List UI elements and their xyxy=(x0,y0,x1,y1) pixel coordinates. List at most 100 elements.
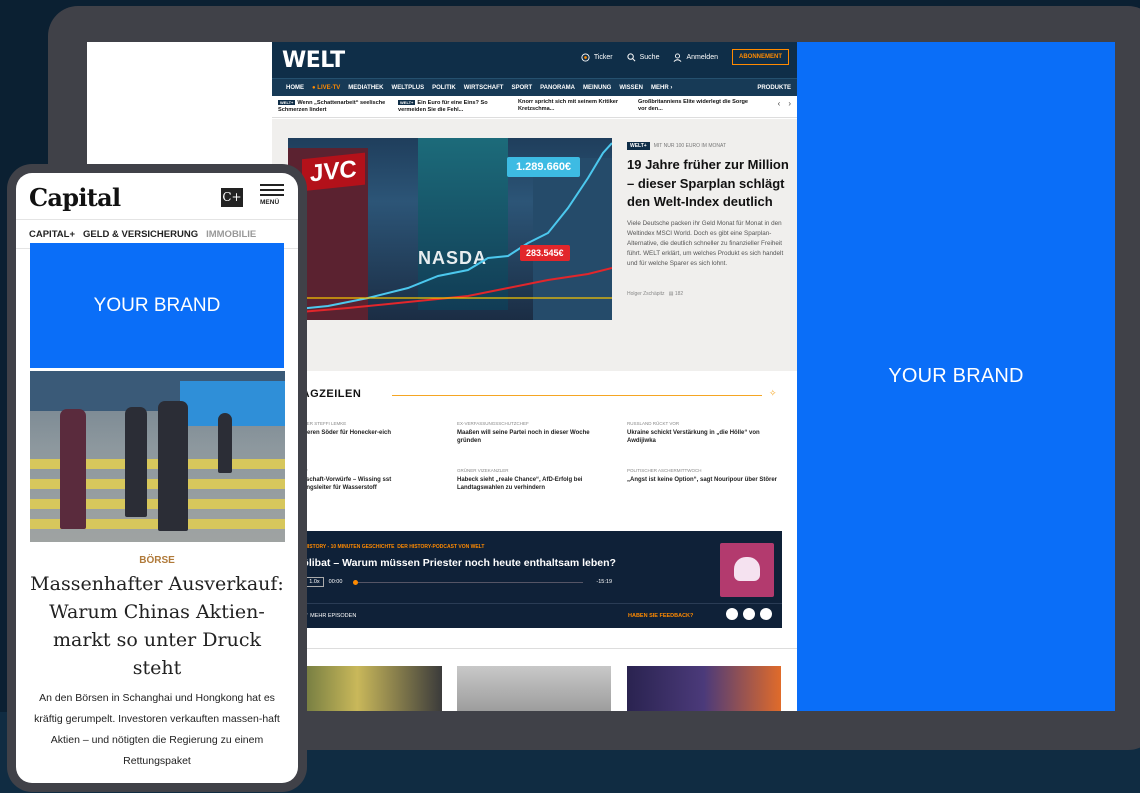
chevron-right-icon[interactable]: › xyxy=(788,99,791,108)
nav-weltplus[interactable]: WELTPLUS xyxy=(392,85,425,91)
abo-button[interactable]: ABONNEMENT xyxy=(732,49,789,65)
schlagzeilen-section: HLAGZEILEN ✧ RUNG ÜBER STEFFI LEMKE e kr… xyxy=(272,371,797,521)
ticker-item[interactable]: Großbritanniens Elite widerlegt die Sorg… xyxy=(638,99,750,113)
ticker-text: Knorr spricht sich mit seinem Kritiker K… xyxy=(518,99,619,112)
phone-screen: Capital C+ MENÜ CAPITAL+ GELD & VERSICHE… xyxy=(16,173,298,783)
podcast-desc: DER HISTORY-PODCAST VON WELT xyxy=(397,544,485,550)
nav-live-tv[interactable]: ● LIVE-TV xyxy=(312,85,340,91)
headline-title: ernwirtschaft-Vorwürfe – Wissing sst Abt… xyxy=(286,477,392,491)
hamburger-icon xyxy=(260,194,284,196)
pedestrian xyxy=(125,407,147,517)
hero-body: Viele Deutsche packen ihr Geld Monat für… xyxy=(627,219,784,268)
nav-panorama[interactable]: PANORAMA xyxy=(540,85,575,91)
ticker-item[interactable]: WELT+ Ein Euro für eine Eins? So vermeide… xyxy=(398,99,510,114)
value-pill-bottom: 283.545€ xyxy=(520,245,570,261)
headline-title: „Angst ist keine Option“, sagt Nouripour… xyxy=(627,477,778,483)
podcast-cover[interactable] xyxy=(720,543,774,597)
pedestrian xyxy=(158,401,188,531)
headline-item[interactable]: RUSSLAND RÜCKT VOR Ukraine schickt Verst… xyxy=(627,421,777,445)
podcast-player: HA! HISTORY - 10 MINUTEN GESCHICHTE DER … xyxy=(290,531,782,628)
nav-politik[interactable]: POLITIK xyxy=(432,85,456,91)
pedestrian xyxy=(218,413,232,473)
ticker-arrows: ‹ › xyxy=(778,99,791,108)
capital-logo[interactable]: Capital xyxy=(29,183,121,212)
hero-image[interactable]: JVC NASDA 1.289.660€ 283.545€ xyxy=(288,138,612,320)
user-icon xyxy=(674,52,682,62)
nav-home[interactable]: HOME xyxy=(286,85,304,91)
time-start: 00:00 xyxy=(328,579,343,585)
welt-header-tools: Ticker Suche Anmelden ABONNEMENT xyxy=(581,49,789,65)
ticker-text: Großbritanniens Elite widerlegt die Sorg… xyxy=(638,99,749,112)
hero-kicker-text: MIT NUR 100 EURO IM MONAT xyxy=(653,143,727,149)
nav-geld-versicherung[interactable]: GELD & VERSICHERUNG xyxy=(83,229,198,240)
search-icon xyxy=(627,52,636,61)
nav-meinung[interactable]: MEINUNG xyxy=(583,85,611,91)
podcast-app-icon[interactable] xyxy=(760,608,772,620)
article-teaser: An den Börsen in Schanghai und Hongkong … xyxy=(34,692,280,767)
time-end: -15:19 xyxy=(596,579,613,585)
ticker-label: Ticker xyxy=(593,53,613,61)
nav-sport[interactable]: SPORT xyxy=(511,85,532,91)
article-image[interactable] xyxy=(30,371,285,542)
ticker-item[interactable]: WELT+ Wenn „Schattenarbeit“ seelische Sch… xyxy=(278,99,390,114)
podcast-series: HA! HISTORY - 10 MINUTEN GESCHICHTE xyxy=(294,544,395,550)
capital-plus-badge[interactable]: C+ xyxy=(221,188,243,207)
speed-button[interactable]: 1.0x xyxy=(305,577,324,587)
headline-kicker: POLITISCHER ASCHERMITTWOCH xyxy=(627,468,702,473)
progress-handle[interactable] xyxy=(353,579,359,585)
nav-immobilien[interactable]: IMMOBILIE xyxy=(206,229,256,240)
news-ticker: WELT+ Wenn „Schattenarbeit“ seelische Sch… xyxy=(272,96,797,118)
welt-website: WELT Ticker Suche Anmelden ABONNEMENT HO… xyxy=(272,42,797,711)
hero-meta: Holger Zschäpitz ▤ 182 xyxy=(627,291,792,297)
hero-text: WELT+ MIT NUR 100 EURO IM MONAT 19 Jahre … xyxy=(627,142,792,297)
login-button[interactable]: Anmelden xyxy=(673,52,718,62)
welt-logo[interactable]: WELT xyxy=(282,48,345,73)
more-episodes-label: MEHR EPISODEN xyxy=(310,613,357,619)
headline-item[interactable]: RUNG ÜBER STEFFI LEMKE e kritisieren Söd… xyxy=(286,421,436,437)
ad-banner-right[interactable]: YOUR BRAND xyxy=(797,42,1115,711)
search-button[interactable]: Suche xyxy=(627,52,659,62)
screen-billboard xyxy=(180,381,285,426)
comment-count[interactable]: 182 xyxy=(675,291,683,297)
nav-mehr[interactable]: MEHR › xyxy=(651,85,672,91)
ticker-button[interactable]: Ticker xyxy=(581,52,613,62)
hero-section: JVC NASDA 1.289.660€ 283.545€ WELT+ MIT N… xyxy=(272,119,797,371)
teaser-image[interactable] xyxy=(627,666,781,711)
weltplus-badge: WELT+ xyxy=(398,100,416,105)
headline-title: e kritisieren Söder für Honecker-eich xyxy=(286,430,392,436)
ad-banner-phone[interactable]: YOUR BRAND xyxy=(30,243,284,368)
nav-capital-plus[interactable]: CAPITAL+ xyxy=(29,229,75,240)
headline-title: Habeck sieht „reale Chance“, AfD-Erfolg … xyxy=(457,477,583,491)
menu-button[interactable]: MENÜ xyxy=(260,184,284,206)
hero-title[interactable]: 19 Jahre früher zur Million – dieser Spa… xyxy=(627,156,792,212)
divider xyxy=(392,395,762,396)
headline-item[interactable]: BONHOFF ernwirtschaft-Vorwürfe – Wissing… xyxy=(286,468,436,492)
hero-author[interactable]: Holger Zschäpitz xyxy=(627,291,665,297)
welt-header: WELT Ticker Suche Anmelden ABONNEMENT xyxy=(272,42,797,78)
progress-bar[interactable] xyxy=(353,579,584,585)
headline-item[interactable]: EX-VERFASSUNGSSCHUTZCHEF Maaßen will sei… xyxy=(457,421,607,445)
nav-wissen[interactable]: WISSEN xyxy=(619,85,643,91)
ticker-item[interactable]: Knorr spricht sich mit seinem Kritiker K… xyxy=(518,99,630,113)
weltplus-badge: WELT+ xyxy=(278,100,296,105)
more-episodes-link[interactable]: ✓ MEHR EPISODEN xyxy=(304,613,356,619)
article-title[interactable]: Massenhafter Ausverkauf: Warum Chinas Ak… xyxy=(26,570,288,682)
nav-wirtschaft[interactable]: WIRTSCHAFT xyxy=(464,85,504,91)
nav-produkte[interactable]: PRODUKTE xyxy=(757,85,791,91)
article-kicker[interactable]: BÖRSE xyxy=(16,555,298,566)
headline-kicker: RUNG ÜBER STEFFI LEMKE xyxy=(286,421,347,426)
nav-mediathek[interactable]: MEDIATHEK xyxy=(348,85,383,91)
headline-title: Ukraine schickt Verstärkung in „die Höll… xyxy=(627,430,760,444)
apple-podcasts-icon[interactable] xyxy=(743,608,755,620)
value-pill-top: 1.289.660€ xyxy=(507,157,581,177)
chevron-left-icon[interactable]: ‹ xyxy=(778,99,781,108)
teaser-image[interactable] xyxy=(457,666,611,711)
spotify-icon[interactable] xyxy=(726,608,738,620)
podcast-title[interactable]: Zölibat – Warum müssen Priester noch heu… xyxy=(296,557,616,569)
headline-item[interactable]: POLITISCHER ASCHERMITTWOCH „Angst ist ke… xyxy=(627,468,777,484)
teaser-image[interactable] xyxy=(288,666,442,711)
teaser-row xyxy=(272,648,797,711)
feedback-link[interactable]: HABEN SIE FEEDBACK? xyxy=(628,613,693,619)
headline-item[interactable]: GRÜNER VIZEKANZLER Habeck sieht „reale C… xyxy=(457,468,607,492)
welt-main-nav: HOME ● LIVE-TV MEDIATHEK WELTPLUS POLITI… xyxy=(272,78,797,96)
